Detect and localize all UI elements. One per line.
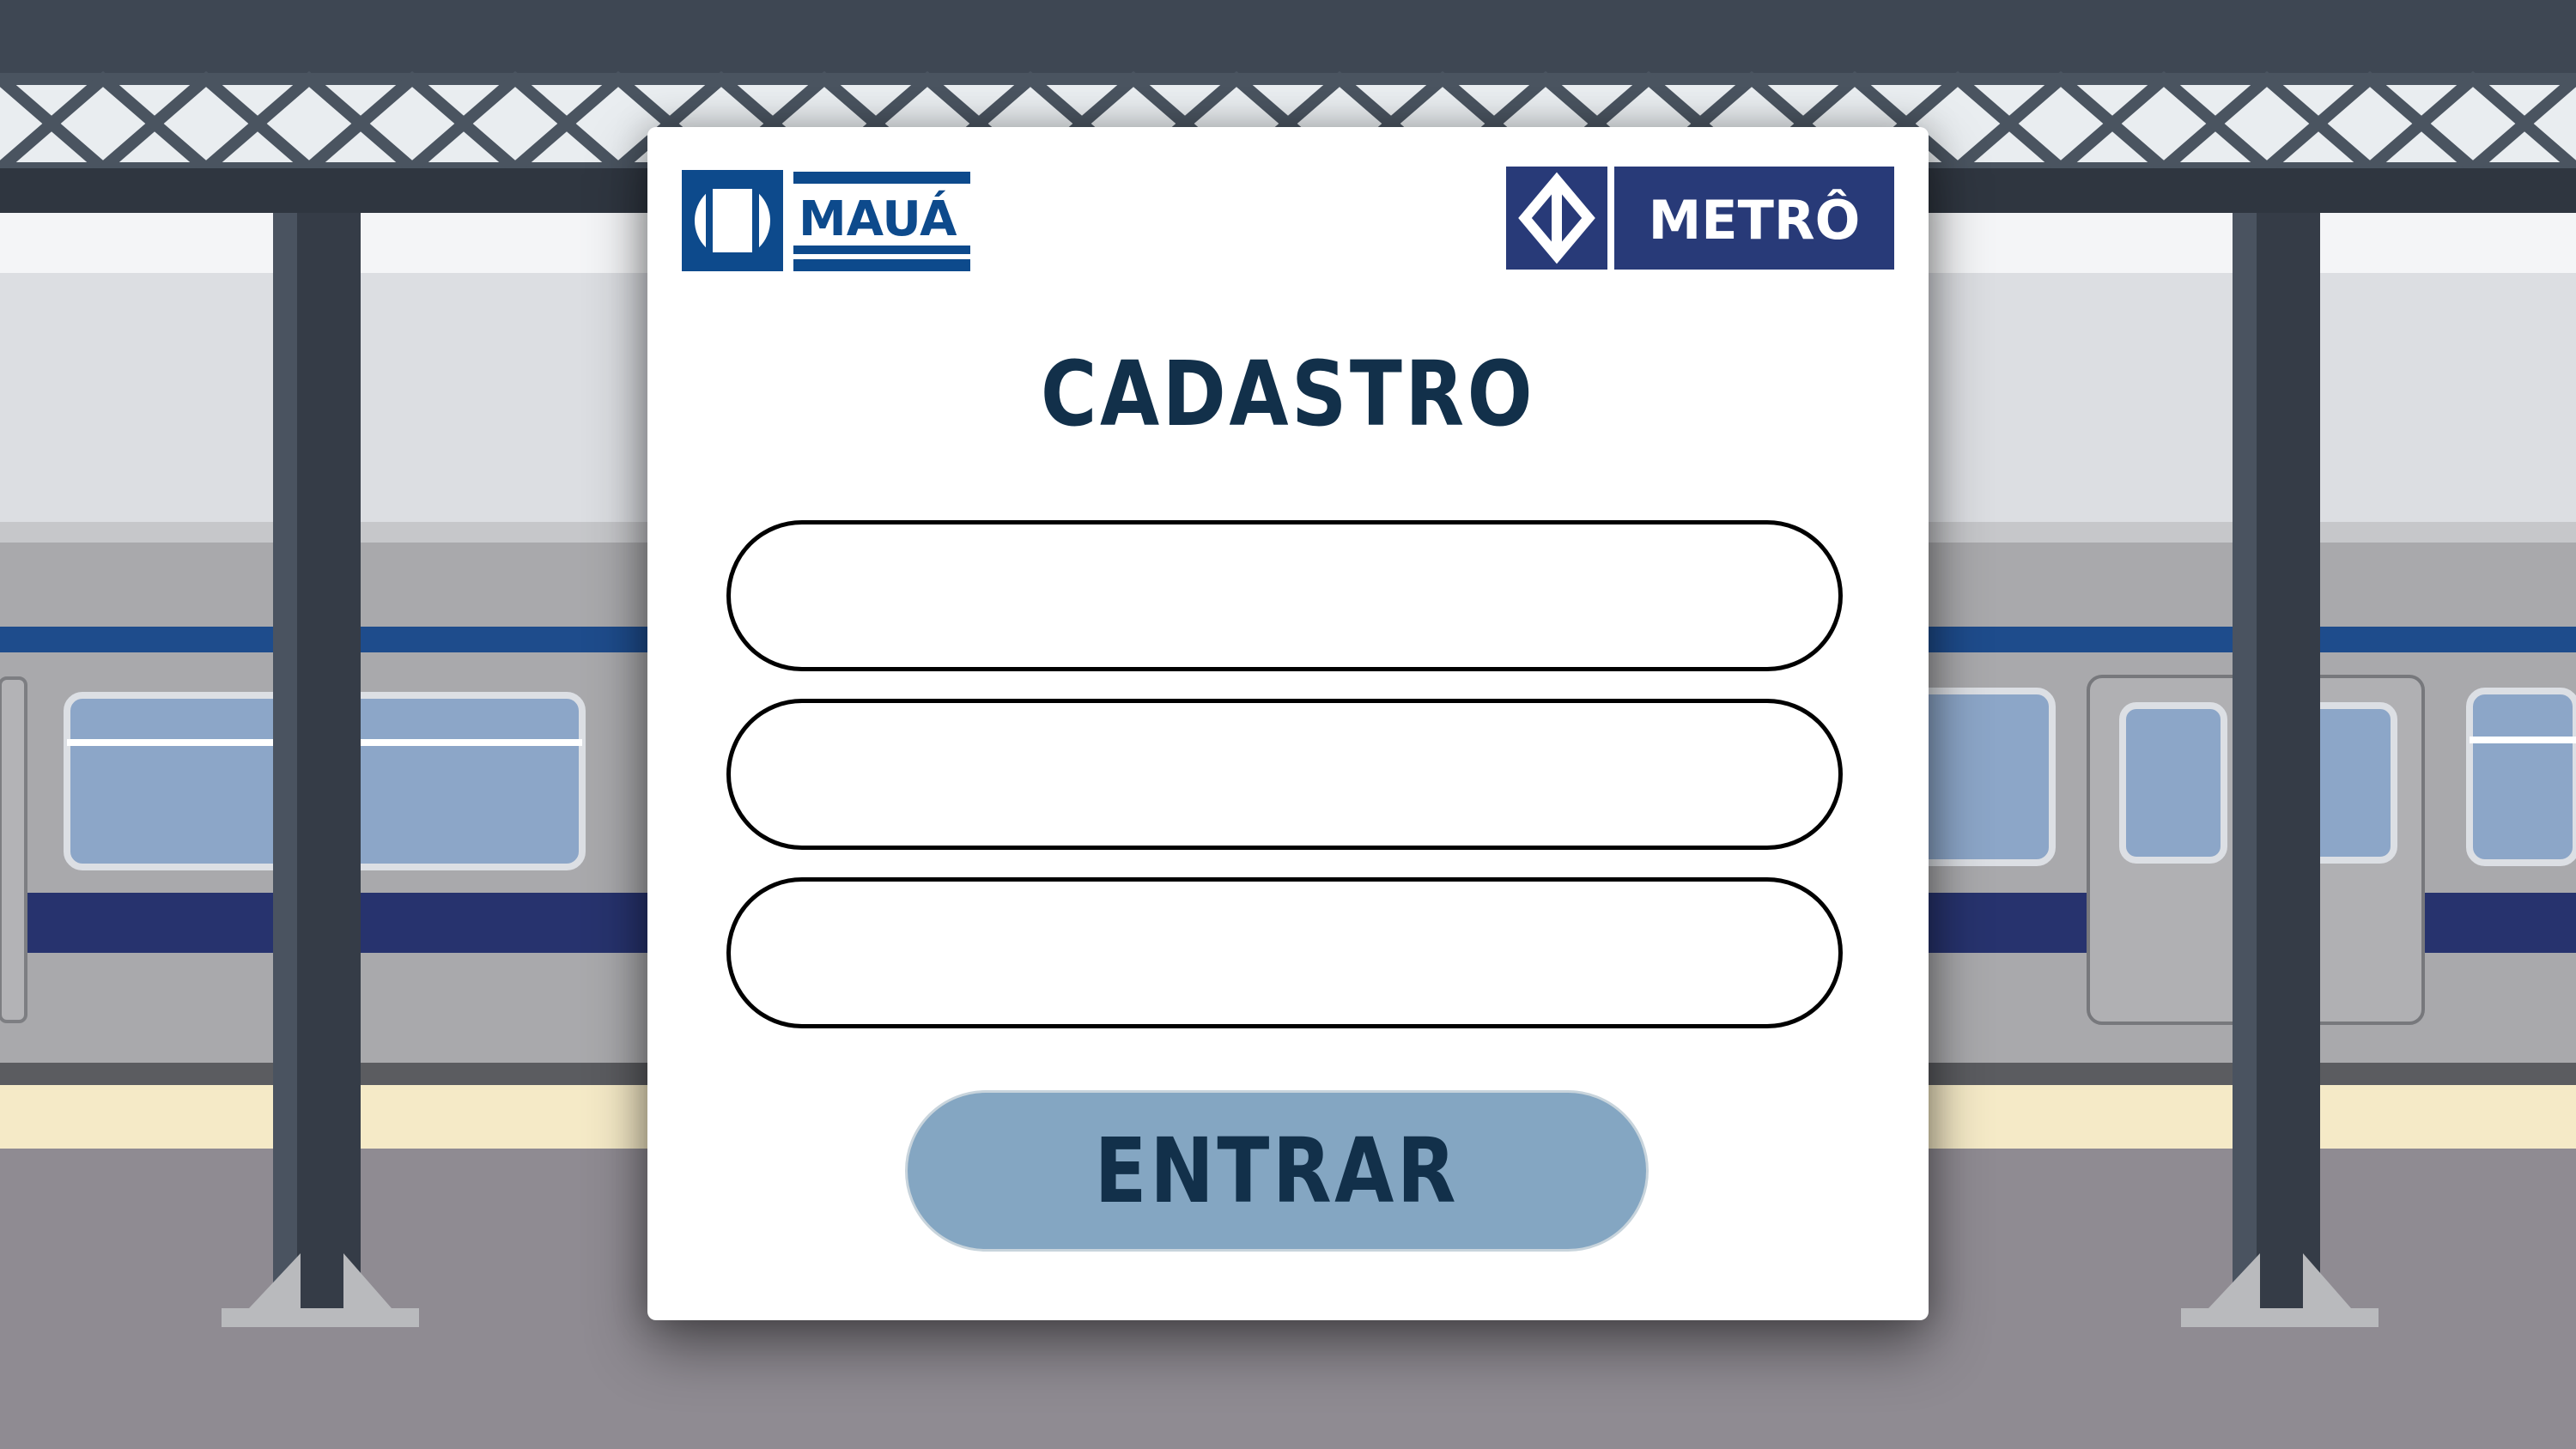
enter-button[interactable]: ENTRAR	[905, 1090, 1649, 1252]
svg-text:METRÔ: METRÔ	[1649, 189, 1861, 252]
registration-card: MAUÁ METRÔ CADASTRO ENTRAR	[647, 127, 1929, 1320]
form-field-3[interactable]	[726, 877, 1843, 1028]
form-field-2[interactable]	[726, 699, 1843, 850]
svg-text:MAUÁ: MAUÁ	[799, 191, 957, 247]
maua-logo: MAUÁ	[682, 170, 970, 271]
metro-logo: METRÔ	[1506, 167, 1894, 270]
page-title: CADASTRO	[1040, 342, 1536, 446]
form-field-1[interactable]	[726, 520, 1843, 671]
enter-button-label: ENTRAR	[1094, 1119, 1460, 1223]
